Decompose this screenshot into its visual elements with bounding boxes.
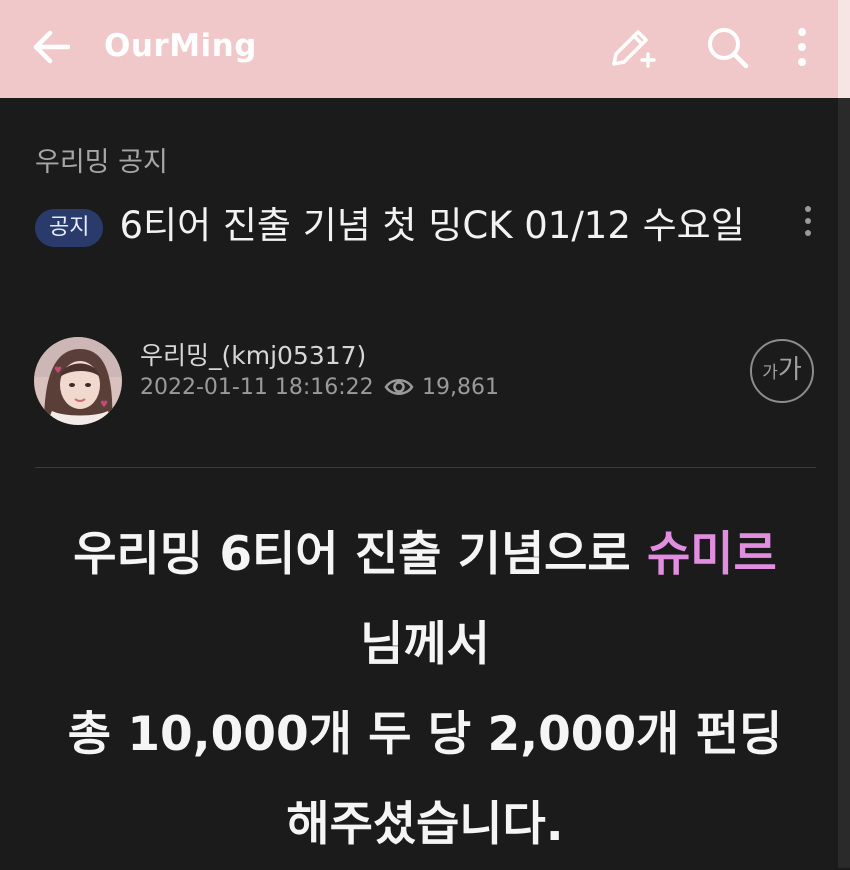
- svg-text:♥: ♥: [54, 366, 62, 376]
- post-more-icon[interactable]: [798, 204, 818, 238]
- post-body: 우리밍 6티어 진출 기념으로 슈미르 님께서 총 10,000개 두 당 2,…: [0, 510, 850, 870]
- app-title: OurMing: [104, 28, 257, 64]
- divider: [35, 467, 816, 468]
- svg-text:♥: ♥: [100, 400, 108, 410]
- edit-icon[interactable]: [608, 26, 656, 70]
- post-title: 공지 6티어 진출 기념 첫 밍CK 01/12 수요일: [35, 198, 775, 254]
- body-line-3: 총 10,000개 두 당 2,000개 펀딩: [67, 707, 783, 762]
- post-date: 2022-01-11 18:16:22: [140, 375, 374, 400]
- eye-icon: [384, 379, 414, 395]
- body-line-4: 해주셨습니다.: [286, 797, 564, 852]
- avatar[interactable]: ♥ ♥: [34, 337, 122, 425]
- author-name[interactable]: 우리밍_(kmj05317): [140, 336, 366, 372]
- board-name[interactable]: 우리밍 공지: [35, 140, 168, 179]
- font-size-button[interactable]: 가가: [750, 339, 814, 403]
- view-count-value: 19,861: [422, 374, 499, 400]
- body-line-1: 우리밍 6티어 진출 기념으로 슈미르: [73, 527, 777, 582]
- body-line-2: 님께서: [360, 617, 490, 672]
- view-count: 19,861: [384, 372, 499, 402]
- search-icon[interactable]: [706, 26, 750, 70]
- more-vertical-icon[interactable]: [794, 27, 810, 67]
- post-title-text: 6티어 진출 기념 첫 밍CK 01/12 수요일: [119, 204, 745, 247]
- notice-badge: 공지: [35, 209, 104, 247]
- back-arrow-icon[interactable]: [32, 30, 70, 64]
- app-header: OurMing: [0, 0, 838, 98]
- scrollbar-track[interactable]: [838, 0, 850, 98]
- highlighted-name: 슈미르: [647, 527, 777, 582]
